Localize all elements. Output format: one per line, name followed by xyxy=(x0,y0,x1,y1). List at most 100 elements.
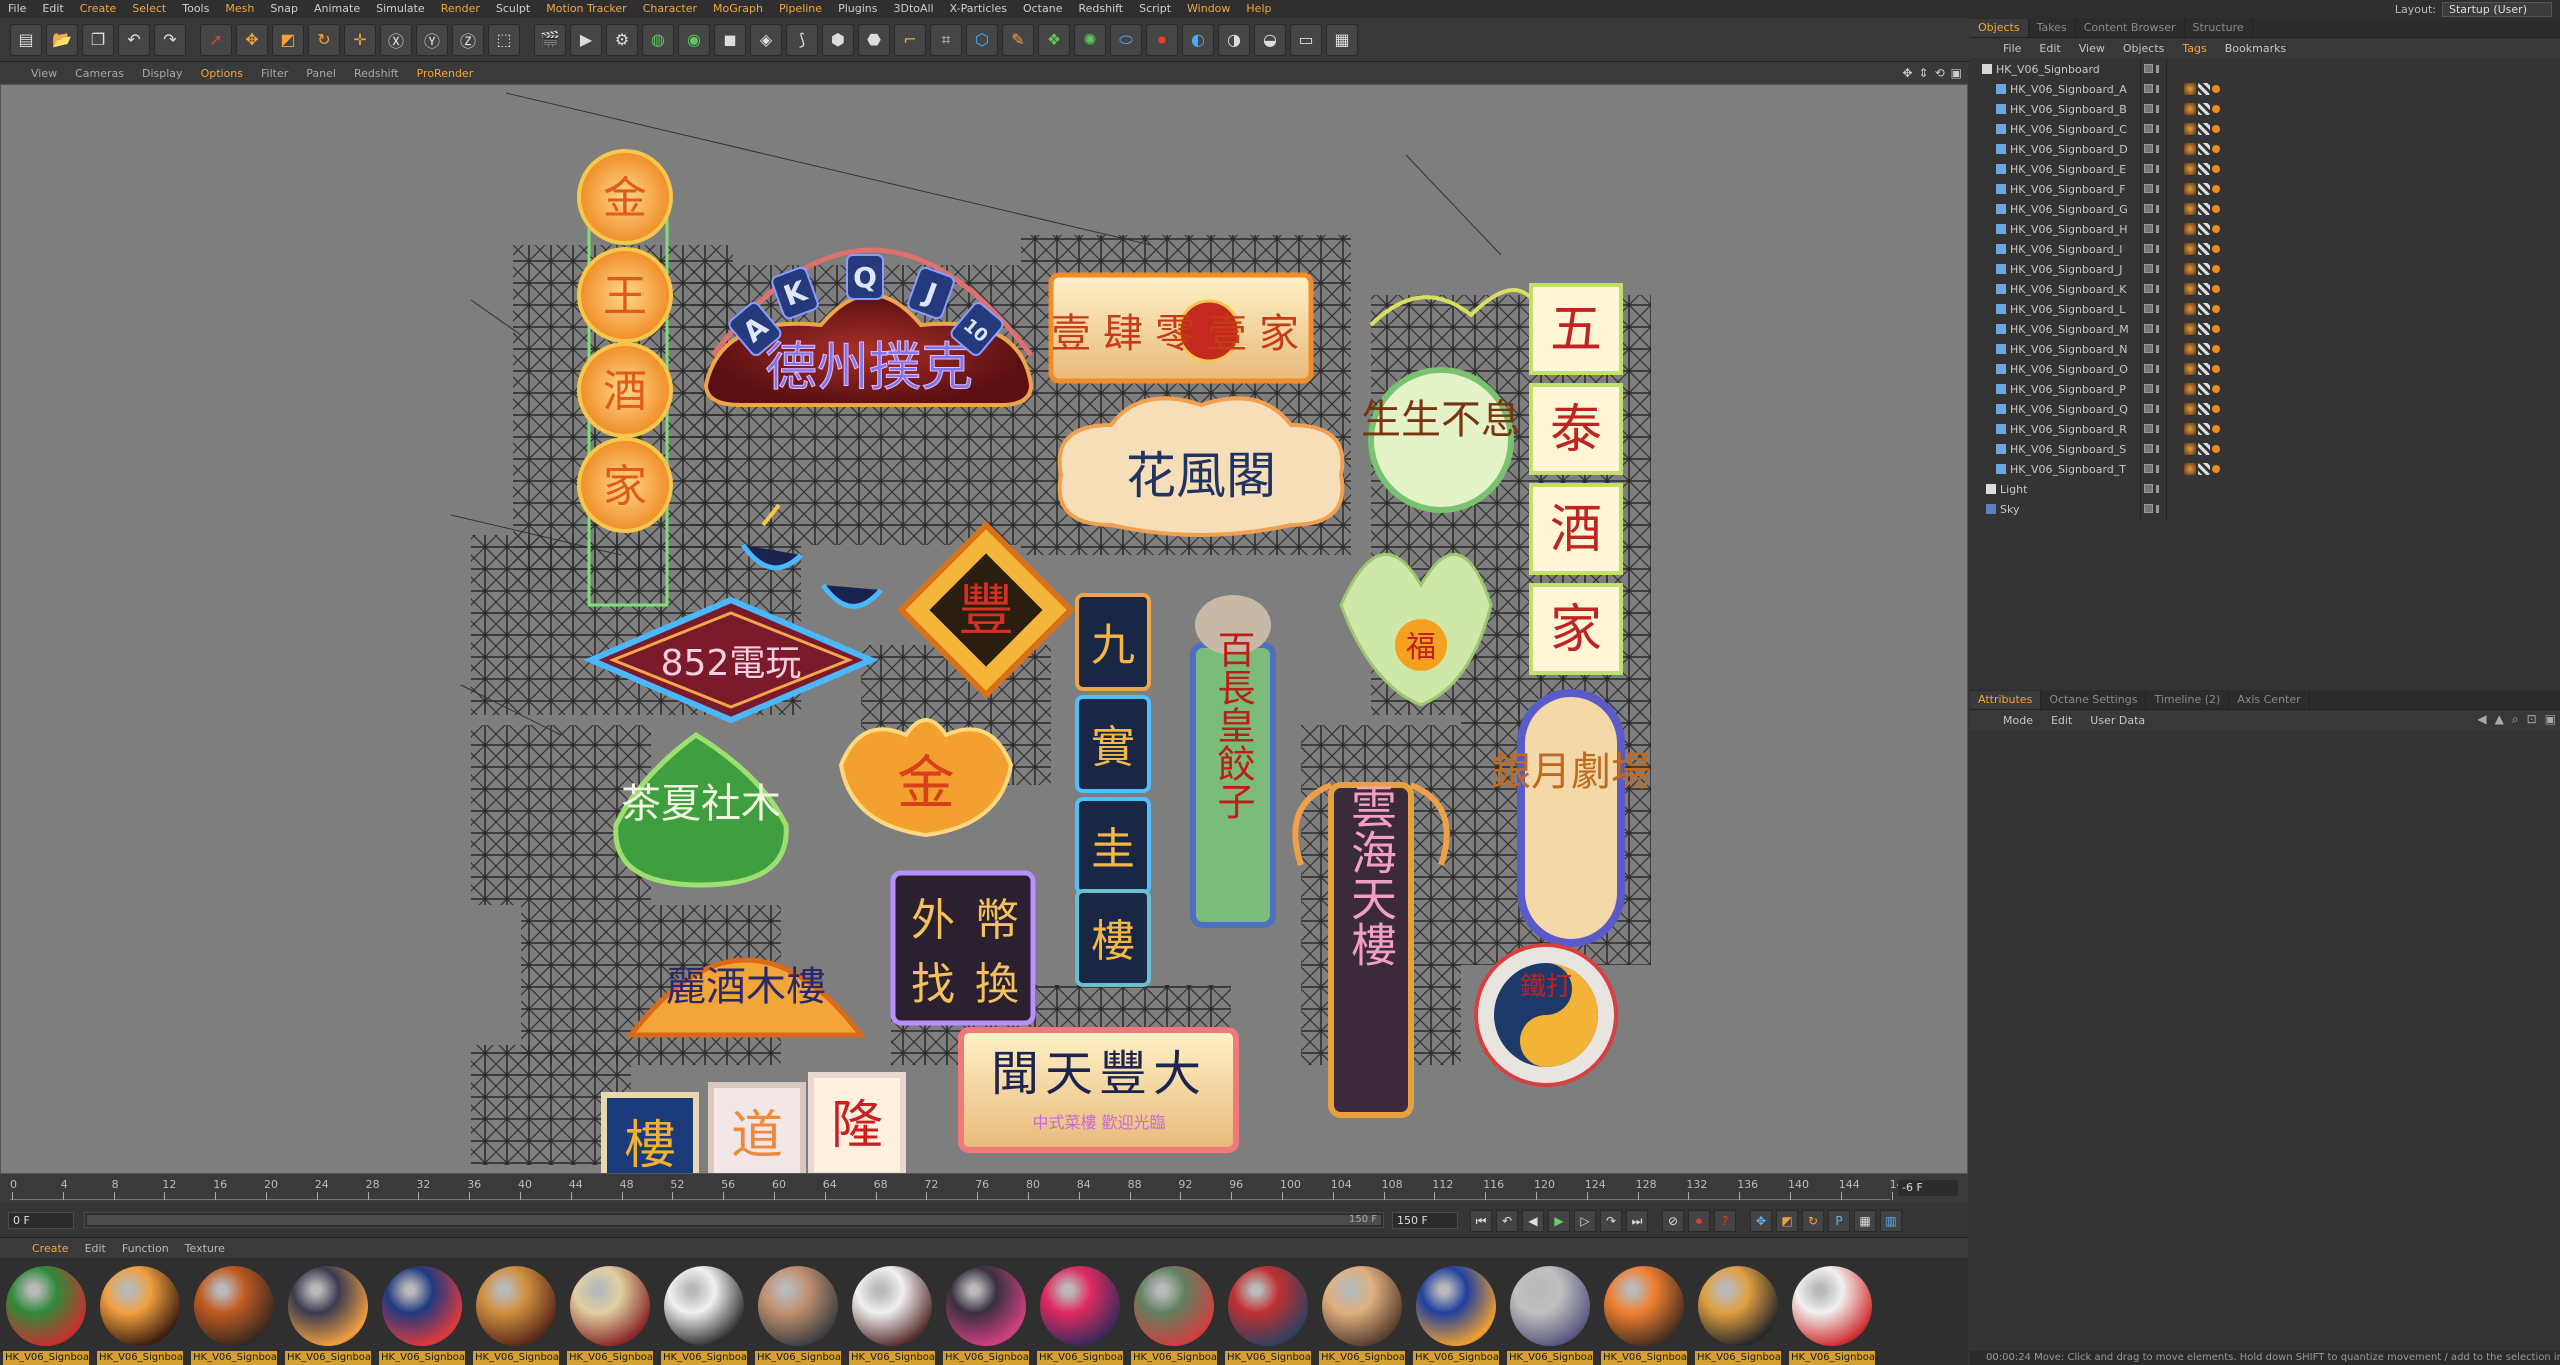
render-visibility-icon[interactable] xyxy=(2156,245,2159,253)
material-swatch[interactable]: HK_V06_Signboa xyxy=(567,1262,653,1365)
undo-icon[interactable]: ↶ xyxy=(118,23,150,56)
play-icon[interactable]: ▶ xyxy=(1548,1210,1570,1232)
coordinate-system-icon[interactable]: ⬚ xyxy=(488,23,520,56)
material-swatch[interactable]: HK_V06_Signboa xyxy=(1507,1262,1593,1365)
visibility-icon[interactable] xyxy=(2144,264,2153,273)
recent-files-icon[interactable]: ❐ xyxy=(82,23,114,56)
object-row[interactable]: HK_V06_Signboard_P xyxy=(1970,379,2560,399)
material-menu-create[interactable]: Create xyxy=(24,1242,77,1255)
render-visibility-icon[interactable] xyxy=(2156,285,2159,293)
render-visibility-icon[interactable] xyxy=(2156,505,2159,513)
tab-axis-center[interactable]: Axis Center xyxy=(2229,691,2310,709)
tab-octane-settings[interactable]: Octane Settings xyxy=(2041,691,2147,709)
material-tag-icon[interactable] xyxy=(2198,123,2210,135)
new-panel-icon[interactable]: ▣ xyxy=(2545,712,2556,727)
next-frame-icon[interactable]: ▷ xyxy=(1574,1210,1596,1232)
display-mode-icon[interactable]: ◉ xyxy=(678,23,710,56)
render-visibility-icon[interactable] xyxy=(2156,345,2159,353)
material-tag-icon[interactable] xyxy=(2184,463,2196,475)
menu-create[interactable]: Create xyxy=(72,0,125,18)
viewport-menu-filter[interactable]: Filter xyxy=(252,67,297,80)
render-visibility-icon[interactable] xyxy=(2156,225,2159,233)
material-swatch[interactable]: HK_V06_Signboa xyxy=(1601,1262,1687,1365)
material-menu-edit[interactable]: Edit xyxy=(77,1242,114,1255)
material-swatch[interactable]: HK_V06_Signboa xyxy=(849,1262,935,1365)
param-key-icon[interactable]: P xyxy=(1828,1210,1850,1232)
up-arrow-icon[interactable]: ▲ xyxy=(2495,712,2504,727)
visibility-icon[interactable] xyxy=(2144,244,2153,253)
object-row[interactable]: HK_V06_Signboard_I xyxy=(1970,239,2560,259)
octane-live-viewer-icon[interactable]: ◐ xyxy=(1182,23,1214,56)
pla-key-icon[interactable]: ▦ xyxy=(1854,1210,1876,1232)
material-swatch[interactable]: HK_V06_Signboa xyxy=(379,1262,465,1365)
visibility-icon[interactable] xyxy=(2144,384,2153,393)
y-axis-icon[interactable]: Ⓨ xyxy=(416,23,448,56)
object-row[interactable]: HK_V06_Signboard_K xyxy=(1970,279,2560,299)
material-tag-icon[interactable] xyxy=(2198,163,2210,175)
material-tag-icon[interactable] xyxy=(2184,103,2196,115)
scale-tool-icon[interactable]: ◩ xyxy=(272,23,304,56)
visibility-icon[interactable] xyxy=(2144,324,2153,333)
light-object-icon[interactable]: ⬡ xyxy=(966,23,998,56)
material-tag-icon[interactable] xyxy=(2184,123,2196,135)
material-tag-icon[interactable] xyxy=(2212,285,2220,293)
visibility-icon[interactable] xyxy=(2144,484,2153,493)
floor-icon[interactable]: ⌐ xyxy=(894,23,926,56)
render-picture-viewer-icon[interactable]: ▶ xyxy=(570,23,602,56)
pan-view-icon[interactable]: ✥ xyxy=(1902,66,1912,80)
object-row[interactable]: HK_V06_Signboard_T xyxy=(1970,459,2560,479)
render-visibility-icon[interactable] xyxy=(2156,385,2159,393)
material-tag-icon[interactable] xyxy=(2198,103,2210,115)
material-tag-icon[interactable] xyxy=(2184,223,2196,235)
start-frame-field[interactable]: 0 F xyxy=(8,1212,74,1229)
object-row[interactable]: HK_V06_Signboard xyxy=(1970,59,2560,79)
frame-range-slider[interactable]: 150 F xyxy=(84,1212,1384,1228)
generator-icon[interactable]: ⬢ xyxy=(822,23,854,56)
menu-edit[interactable]: Edit xyxy=(2042,714,2081,727)
material-tag-icon[interactable] xyxy=(2184,283,2196,295)
next-key-icon[interactable]: ↷ xyxy=(1600,1210,1622,1232)
render-visibility-icon[interactable] xyxy=(2156,305,2159,313)
material-swatch[interactable]: HK_V06_Signboa xyxy=(285,1262,371,1365)
object-row[interactable]: HK_V06_Signboard_G xyxy=(1970,199,2560,219)
viewport-menu-display[interactable]: Display xyxy=(133,67,192,80)
material-swatch[interactable]: HK_V06_Signboa xyxy=(191,1262,277,1365)
object-row[interactable]: HK_V06_Signboard_D xyxy=(1970,139,2560,159)
menu-x-particles[interactable]: X-Particles xyxy=(942,0,1015,18)
material-swatch[interactable]: HK_V06_Signboa xyxy=(1037,1262,1123,1365)
x-axis-icon[interactable]: Ⓧ xyxy=(380,23,412,56)
material-tag-icon[interactable] xyxy=(2212,105,2220,113)
material-tag-icon[interactable] xyxy=(2212,185,2220,193)
render-visibility-icon[interactable] xyxy=(2156,185,2159,193)
material-swatch[interactable]: HK_V06_Signboa xyxy=(1131,1262,1217,1365)
end-frame-field[interactable]: 150 F xyxy=(1392,1212,1458,1229)
material-tag-icon[interactable] xyxy=(2212,85,2220,93)
menu-simulate[interactable]: Simulate xyxy=(368,0,433,18)
material-tag-icon[interactable] xyxy=(2198,343,2210,355)
material-tag-icon[interactable] xyxy=(2198,463,2210,475)
menu-mode[interactable]: Mode xyxy=(1994,714,2042,727)
previous-frame-icon[interactable]: ◀ xyxy=(1522,1210,1544,1232)
material-swatch[interactable]: HK_V06_Signboa xyxy=(1319,1262,1405,1365)
menu-view[interactable]: View xyxy=(2070,42,2114,55)
go-to-end-icon[interactable]: ⏭ xyxy=(1626,1210,1648,1232)
subdivision-icon[interactable]: ◈ xyxy=(750,23,782,56)
object-row[interactable]: HK_V06_Signboard_J xyxy=(1970,259,2560,279)
render-visibility-icon[interactable] xyxy=(2156,205,2159,213)
tab-attributes[interactable]: Attributes xyxy=(1970,691,2042,709)
object-row[interactable]: HK_V06_Signboard_M xyxy=(1970,319,2560,339)
visibility-icon[interactable] xyxy=(2144,424,2153,433)
material-menu-function[interactable]: Function xyxy=(114,1242,177,1255)
record-icon[interactable]: ⏺ xyxy=(1146,23,1178,56)
dolly-view-icon[interactable]: ⇕ xyxy=(1919,66,1929,80)
menu-tools[interactable]: Tools xyxy=(174,0,217,18)
autokey-icon[interactable]: ? xyxy=(1714,1210,1736,1232)
toggle-view-icon[interactable]: ▣ xyxy=(1951,66,1962,80)
object-row[interactable]: HK_V06_Signboard_R xyxy=(1970,419,2560,439)
open-file-icon[interactable]: 📂 xyxy=(46,23,78,56)
search-icon[interactable]: ⌕ xyxy=(2512,712,2519,727)
material-swatch[interactable]: HK_V06_Signboa xyxy=(1225,1262,1311,1365)
render-visibility-icon[interactable] xyxy=(2156,325,2159,333)
material-tag-icon[interactable] xyxy=(2184,303,2196,315)
material-tag-icon[interactable] xyxy=(2198,303,2210,315)
